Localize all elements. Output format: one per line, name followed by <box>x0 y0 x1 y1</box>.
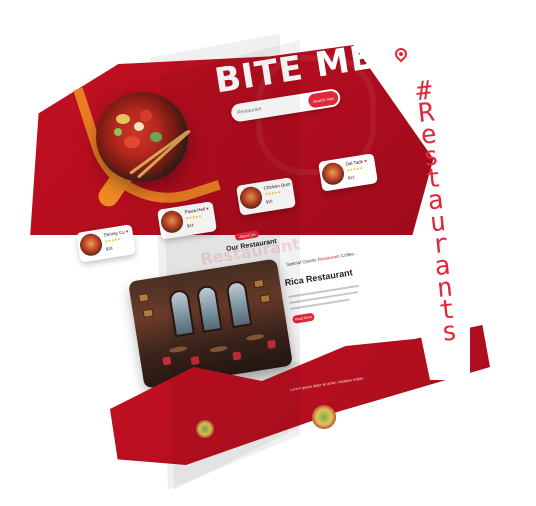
dish-image <box>78 232 104 258</box>
heart-icon[interactable]: ♥ <box>364 158 367 163</box>
food-piece <box>124 136 140 148</box>
brochure-mockup: BITE ME ! Search now Shrimp Cu ♥ ★★★★★ $… <box>0 0 536 506</box>
heart-icon[interactable]: ♥ <box>126 229 129 234</box>
dish-name: Shrimp Cu <box>103 229 126 238</box>
wall-frame <box>138 293 150 303</box>
food-piece <box>140 110 152 122</box>
dish-image <box>320 161 346 187</box>
location-pin-dot <box>399 52 403 56</box>
food-piece <box>150 132 162 142</box>
food-piece <box>114 128 122 136</box>
food-piece <box>116 114 130 124</box>
rating-stars: ★★★★★ <box>346 166 363 173</box>
dish-image <box>312 405 336 429</box>
dish-price: $12 <box>347 174 355 181</box>
search-button[interactable]: Search now <box>307 90 340 109</box>
food-piece <box>134 122 144 131</box>
dish-price: $18 <box>105 245 113 252</box>
wall-frame <box>142 308 154 318</box>
fold-shadow <box>160 40 300 490</box>
rating-stars: ★★★★★ <box>104 237 121 244</box>
